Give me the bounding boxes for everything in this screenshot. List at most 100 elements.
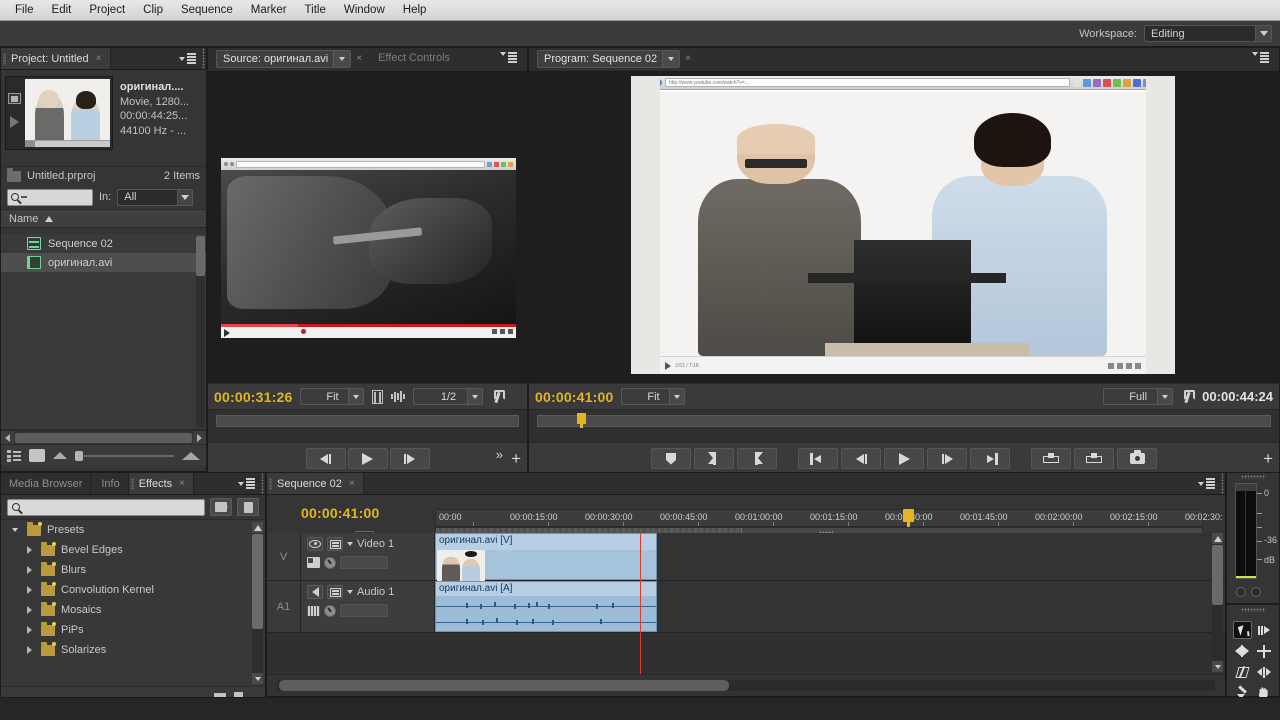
track-name[interactable]: Video 1 (357, 538, 394, 550)
menu-help[interactable]: Help (394, 2, 436, 18)
chevron-down-icon[interactable] (662, 51, 679, 67)
timeline-playhead[interactable] (903, 509, 914, 522)
rate-stretch-tool[interactable] (1233, 663, 1252, 681)
track-body-audio[interactable]: оригинал.avi [A] (435, 581, 1225, 632)
list-view-icon[interactable] (7, 450, 21, 462)
delete-preset-button[interactable] (237, 498, 259, 516)
twirl-right-icon[interactable] (23, 646, 35, 654)
button-editor-icon[interactable]: + (511, 453, 521, 465)
project-hscrollbar[interactable] (1, 430, 206, 444)
source-fit-select[interactable]: Fit (300, 388, 364, 405)
program-timecode[interactable]: 00:00:41:00 (535, 389, 613, 405)
effects-scrollbar[interactable] (252, 522, 263, 684)
clip-thumbnail[interactable] (5, 76, 113, 150)
list-item[interactable]: Sequence 02 (1, 234, 206, 253)
chevron-down-icon[interactable] (1157, 389, 1172, 404)
close-icon[interactable]: × (96, 53, 102, 64)
track-keyframe-area[interactable] (340, 604, 388, 617)
tree-item-convolution-kernel[interactable]: Convolution Kernel (1, 580, 265, 600)
tree-item-blurs[interactable]: Blurs (1, 560, 265, 580)
scroll-down-icon[interactable] (1212, 661, 1223, 672)
program-video-display[interactable]: http://www.youtube.com/watch?v=... (529, 72, 1279, 383)
twirl-down-icon[interactable] (347, 590, 353, 594)
source-scrubber[interactable] (208, 409, 527, 431)
program-playhead[interactable] (577, 413, 586, 424)
menu-marker[interactable]: Marker (242, 2, 296, 18)
search-dropdown-icon[interactable] (21, 196, 27, 198)
timeline-vscrollbar[interactable] (1212, 533, 1223, 672)
menu-file[interactable]: File (6, 2, 43, 18)
tab-media-browser[interactable]: Media Browser (1, 473, 91, 494)
program-quality-select[interactable]: Full (1103, 388, 1173, 405)
chevron-down-icon[interactable] (177, 190, 192, 205)
toggle-track-mute-button[interactable] (307, 585, 323, 599)
source-resolution-select[interactable]: 1/2 (413, 388, 483, 405)
button-editor-icon[interactable]: + (1263, 453, 1273, 465)
program-panel-menu[interactable] (1247, 48, 1273, 63)
menu-clip[interactable]: Clip (134, 2, 172, 18)
step-forward-button[interactable] (390, 448, 430, 469)
twirl-right-icon[interactable] (23, 626, 35, 634)
timeline-clip-audio[interactable]: оригинал.avi [A] (435, 581, 657, 632)
twirl-right-icon[interactable] (23, 586, 35, 594)
project-panel-menu[interactable] (174, 48, 200, 69)
tab-effect-controls[interactable]: Effect Controls (368, 48, 458, 64)
track-knob-icon[interactable] (324, 605, 336, 617)
toggle-sync-lock-button[interactable] (327, 537, 343, 551)
set-display-style-icon[interactable] (307, 557, 320, 568)
more-buttons-icon[interactable]: » (496, 447, 503, 462)
play-icon[interactable] (10, 116, 19, 128)
track-knob-icon[interactable] (324, 557, 336, 569)
tree-item-mosaics[interactable]: Mosaics (1, 600, 265, 620)
chevron-down-icon[interactable] (333, 51, 350, 67)
panel-resize-grip[interactable] (259, 473, 265, 494)
program-scrubber[interactable] (529, 409, 1279, 431)
mark-out-button[interactable] (737, 448, 777, 469)
tree-item-presets[interactable]: Presets (1, 520, 265, 540)
timeline-timecode[interactable]: 00:00:41:00 (301, 505, 379, 521)
chevron-down-icon[interactable] (467, 389, 482, 404)
mark-in-button[interactable] (694, 448, 734, 469)
chevron-down-icon[interactable] (669, 389, 684, 404)
sort-ascending-icon[interactable] (45, 216, 53, 222)
track-body-video[interactable]: оригинал.avi [V] (435, 533, 1225, 580)
tree-item-solarizes[interactable]: Solarizes (1, 640, 265, 660)
lift-button[interactable] (1031, 448, 1071, 469)
menu-project[interactable]: Project (80, 2, 134, 18)
chevron-down-icon[interactable] (1255, 26, 1271, 41)
toggle-sync-lock-button[interactable] (327, 585, 343, 599)
project-search-input[interactable] (7, 189, 93, 206)
mute-button[interactable] (1251, 587, 1261, 597)
scroll-up-icon[interactable] (252, 522, 263, 533)
tab-project[interactable]: Project: Untitled × (1, 48, 111, 69)
tab-info[interactable]: Info (91, 473, 128, 494)
chevron-down-icon[interactable] (348, 389, 363, 404)
go-to-in-button[interactable] (798, 448, 838, 469)
project-filter-select[interactable]: All (117, 189, 193, 206)
drag-grip-icon[interactable] (269, 478, 272, 490)
step-back-button[interactable] (841, 448, 881, 469)
extract-button[interactable] (1074, 448, 1114, 469)
tab-effects[interactable]: Effects × (129, 473, 194, 494)
panel-resize-grip[interactable] (1219, 473, 1225, 494)
tab-sequence-02[interactable]: Sequence 02 × (267, 473, 364, 494)
program-scrub-track[interactable] (537, 415, 1271, 427)
source-timeline-strip[interactable] (208, 431, 527, 442)
program-timeline-strip[interactable] (529, 431, 1279, 442)
menu-window[interactable]: Window (335, 2, 394, 18)
step-forward-button[interactable] (927, 448, 967, 469)
panel-resize-grip[interactable] (200, 48, 206, 69)
show-keyframes-icon[interactable] (307, 606, 320, 616)
selection-tool[interactable] (1233, 621, 1252, 639)
source-clip-select[interactable]: Source: оригинал.avi (216, 50, 351, 68)
settings-wrench-icon[interactable] (1181, 390, 1194, 404)
twirl-right-icon[interactable] (23, 546, 35, 554)
tools-grip[interactable] (1227, 605, 1279, 613)
thumbnail-zoom-slider[interactable] (75, 450, 174, 461)
go-to-out-button[interactable] (970, 448, 1010, 469)
add-marker-button[interactable] (651, 448, 691, 469)
close-icon[interactable]: × (685, 53, 691, 64)
project-list-scrollbar[interactable] (196, 236, 205, 427)
audio-waveform-icon[interactable] (391, 391, 405, 402)
source-timecode[interactable]: 00:00:31:26 (214, 389, 292, 405)
